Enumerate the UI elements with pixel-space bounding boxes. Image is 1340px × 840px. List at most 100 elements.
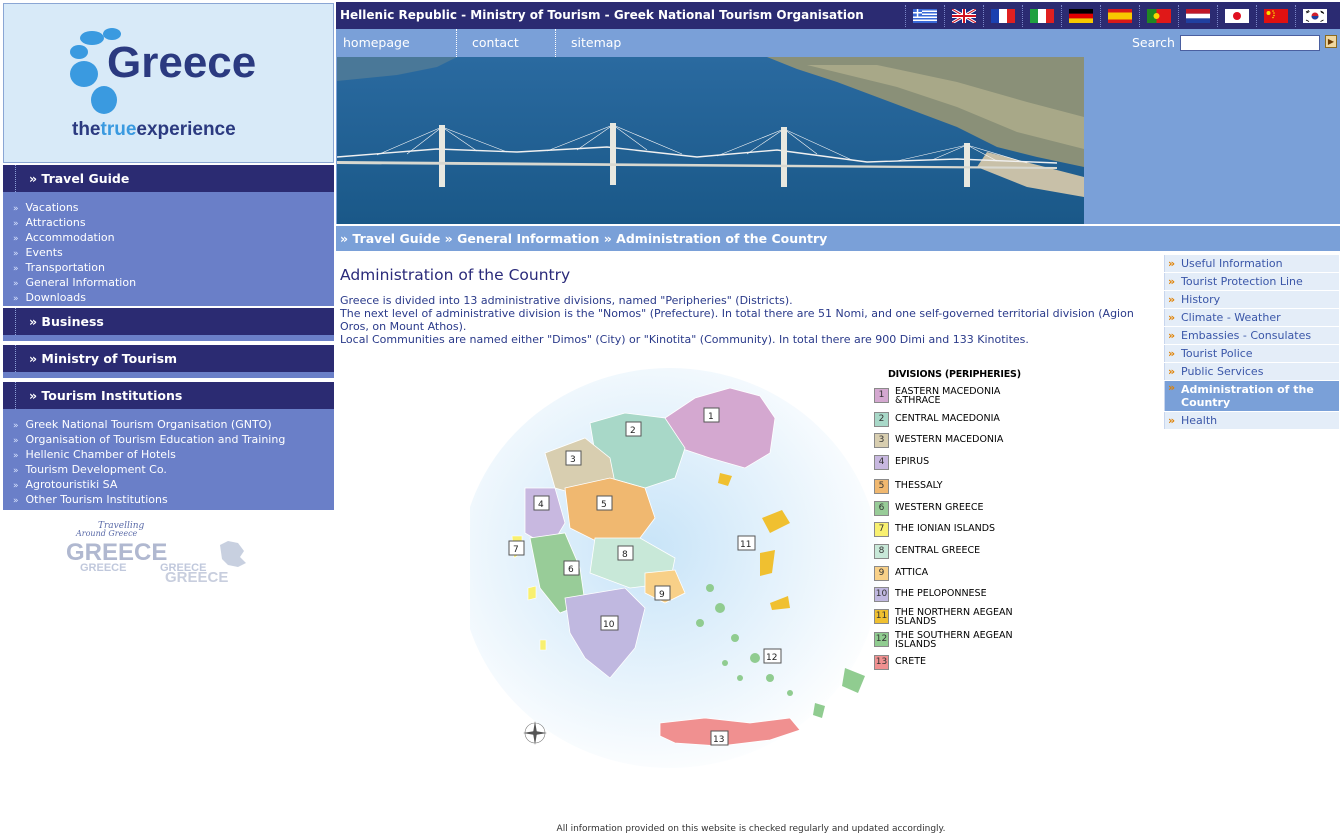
legend-label: CENTRAL GREECE (895, 545, 981, 556)
legend-label: WESTERN MACEDONIA (895, 434, 1004, 445)
intro-paragraph: The next level of administrative divisio… (340, 307, 1134, 333)
legend-item: 8 CENTRAL GREECE (874, 543, 1034, 561)
right-subnav: Useful InformationTourist Protection Lin… (1164, 255, 1339, 430)
right-nav-item[interactable]: Tourist Protection Line (1164, 273, 1339, 290)
svg-text:thetrueexperience: thetrueexperience (72, 119, 236, 140)
intro-text: Greece is divided into 13 administrative… (340, 294, 1150, 346)
sidebar-travel-guide-list: » Vacations » Attractions » Accommodation »… (3, 192, 334, 306)
search-go-button[interactable]: ▶ (1325, 35, 1337, 48)
legend-swatch: 6 (874, 501, 889, 516)
legend-item: 2 CENTRAL MACEDONIA (874, 411, 1034, 429)
logo-word: Greece (107, 38, 256, 87)
right-nav-item[interactable]: History (1164, 291, 1339, 308)
sidebar-item-vacations[interactable]: » Vacations (13, 201, 334, 216)
sidebar-item-agrotouristiki[interactable]: » Agrotouristiki SA (13, 478, 334, 493)
right-nav-item[interactable]: Climate - Weather (1164, 309, 1339, 326)
sidebar-ministry-header[interactable]: » Ministry of Tourism (3, 345, 334, 372)
sidebar-item-general-information[interactable]: » General Information (13, 276, 334, 291)
legend-swatch: 7 (874, 522, 889, 537)
greece-silhouette-icon (220, 541, 246, 567)
legend-item: 6 WESTERN GREECE (874, 500, 1034, 518)
legend-swatch: 1 (874, 388, 889, 403)
italian-flag-icon[interactable] (1022, 5, 1061, 27)
legend-swatch: 3 (874, 433, 889, 448)
sidebar-item-accommodation[interactable]: » Accommodation (13, 231, 334, 246)
legend-label: THESSALY (895, 480, 943, 491)
legend-label: CRETE (895, 656, 927, 667)
svg-text:5: 5 (601, 500, 607, 510)
legend-title: DIVISIONS (PERIPHERIES) (888, 369, 1021, 380)
svg-text:4: 4 (538, 500, 544, 510)
sidebar-item-events[interactable]: » Events (13, 246, 334, 261)
sidebar-item-attractions[interactable]: » Attractions (13, 216, 334, 231)
language-flags (905, 5, 1334, 27)
chinese-flag-icon[interactable] (1256, 5, 1295, 27)
sidebar-item-gnto[interactable]: » Greek National Tourism Organisation (GN… (13, 418, 334, 433)
spanish-flag-icon[interactable] (1100, 5, 1139, 27)
svg-text:10: 10 (603, 620, 615, 630)
intro-paragraph: Greece is divided into 13 administrative… (340, 294, 793, 307)
right-nav-item[interactable]: Public Services (1164, 363, 1339, 380)
nav-contact[interactable]: contact (457, 29, 556, 57)
sidebar-institutions-header[interactable]: » Tourism Institutions (3, 382, 334, 409)
legend-swatch: 2 (874, 412, 889, 427)
svg-text:13: 13 (713, 735, 724, 745)
promo-word-echo: GREECE (165, 569, 228, 586)
svg-text:6: 6 (568, 565, 574, 575)
nav-homepage[interactable]: homepage (336, 29, 457, 57)
legend-swatch: 4 (874, 455, 889, 470)
right-nav-item[interactable]: Administration of the Country (1164, 381, 1339, 411)
sidebar-item-tourism-development[interactable]: » Tourism Development Co. (13, 463, 334, 478)
sidebar-institutions-list: » Greek National Tourism Organisation (GN… (3, 409, 334, 510)
search-input[interactable] (1180, 35, 1320, 51)
legend-item: 1 EASTERN MACEDONIA &THRACE (874, 387, 1034, 405)
breadcrumb[interactable]: » Travel Guide » General Information » A… (336, 226, 1340, 251)
japanese-flag-icon[interactable] (1217, 5, 1256, 27)
uk-flag-icon[interactable] (944, 5, 983, 27)
legend-swatch: 10 (874, 587, 889, 602)
sidebar-item-hellenic-chamber[interactable]: » Hellenic Chamber of Hotels (13, 448, 334, 463)
french-flag-icon[interactable] (983, 5, 1022, 27)
nav-sitemap[interactable]: sitemap (556, 29, 654, 57)
legend-item: 4 EPIRUS (874, 454, 1034, 472)
greek-flag-icon[interactable] (905, 5, 944, 27)
sidebar-divider (3, 335, 334, 341)
svg-text:1: 1 (708, 412, 714, 422)
dutch-flag-icon[interactable] (1178, 5, 1217, 27)
sidebar-item-otek[interactable]: » Organisation of Tourism Education and T… (13, 433, 334, 448)
legend-label: THE SOUTHERN AEGEAN ISLANDS (895, 630, 1013, 650)
sidebar-divider (3, 372, 334, 378)
bridge-photo (337, 57, 1084, 224)
svg-text:9: 9 (659, 590, 665, 600)
legend-item: 3 WESTERN MACEDONIA (874, 432, 1034, 450)
sidebar-item-transportation[interactable]: » Transportation (13, 261, 334, 276)
sidebar-business-header[interactable]: » Business (3, 308, 334, 335)
svg-text:12: 12 (766, 653, 777, 663)
legend-swatch: 5 (874, 479, 889, 494)
right-nav-item[interactable]: Health (1164, 412, 1339, 429)
legend-label: THE NORTHERN AEGEAN ISLANDS (895, 607, 1013, 627)
korean-flag-icon[interactable] (1295, 5, 1334, 27)
legend-label: WESTERN GREECE (895, 502, 984, 513)
sidebar-travel-guide-header[interactable]: » Travel Guide (3, 165, 334, 192)
site-logo[interactable]: Greece thetrueexperience (3, 3, 334, 163)
sidebar-item-other-institutions[interactable]: » Other Tourism Institutions (13, 493, 334, 508)
legend-swatch: 11 (874, 609, 889, 624)
right-nav-item[interactable]: Tourist Police (1164, 345, 1339, 362)
page-title: Administration of the Country (340, 266, 571, 284)
legend-swatch: 9 (874, 566, 889, 581)
main-nav-bar: homepage contact sitemap Search ▶ (336, 29, 1340, 57)
travelling-around-greece-banner[interactable]: Travelling Around Greece GREECE GREECE G… (60, 515, 275, 590)
legend-label: EASTERN MACEDONIA &THRACE (895, 386, 1001, 406)
svg-text:2: 2 (630, 426, 636, 436)
intro-paragraph: Local Communities are named either "Dimo… (340, 333, 1029, 346)
legend-item: 9 ATTICA (874, 565, 1034, 583)
right-nav-item[interactable]: Useful Information (1164, 255, 1339, 272)
portuguese-flag-icon[interactable] (1139, 5, 1178, 27)
sidebar-item-downloads[interactable]: » Downloads (13, 291, 334, 306)
legend-swatch: 8 (874, 544, 889, 559)
logo-tag-the: the (72, 119, 101, 140)
german-flag-icon[interactable] (1061, 5, 1100, 27)
legend-item: 13 CRETE (874, 654, 1034, 672)
right-nav-item[interactable]: Embassies - Consulates (1164, 327, 1339, 344)
